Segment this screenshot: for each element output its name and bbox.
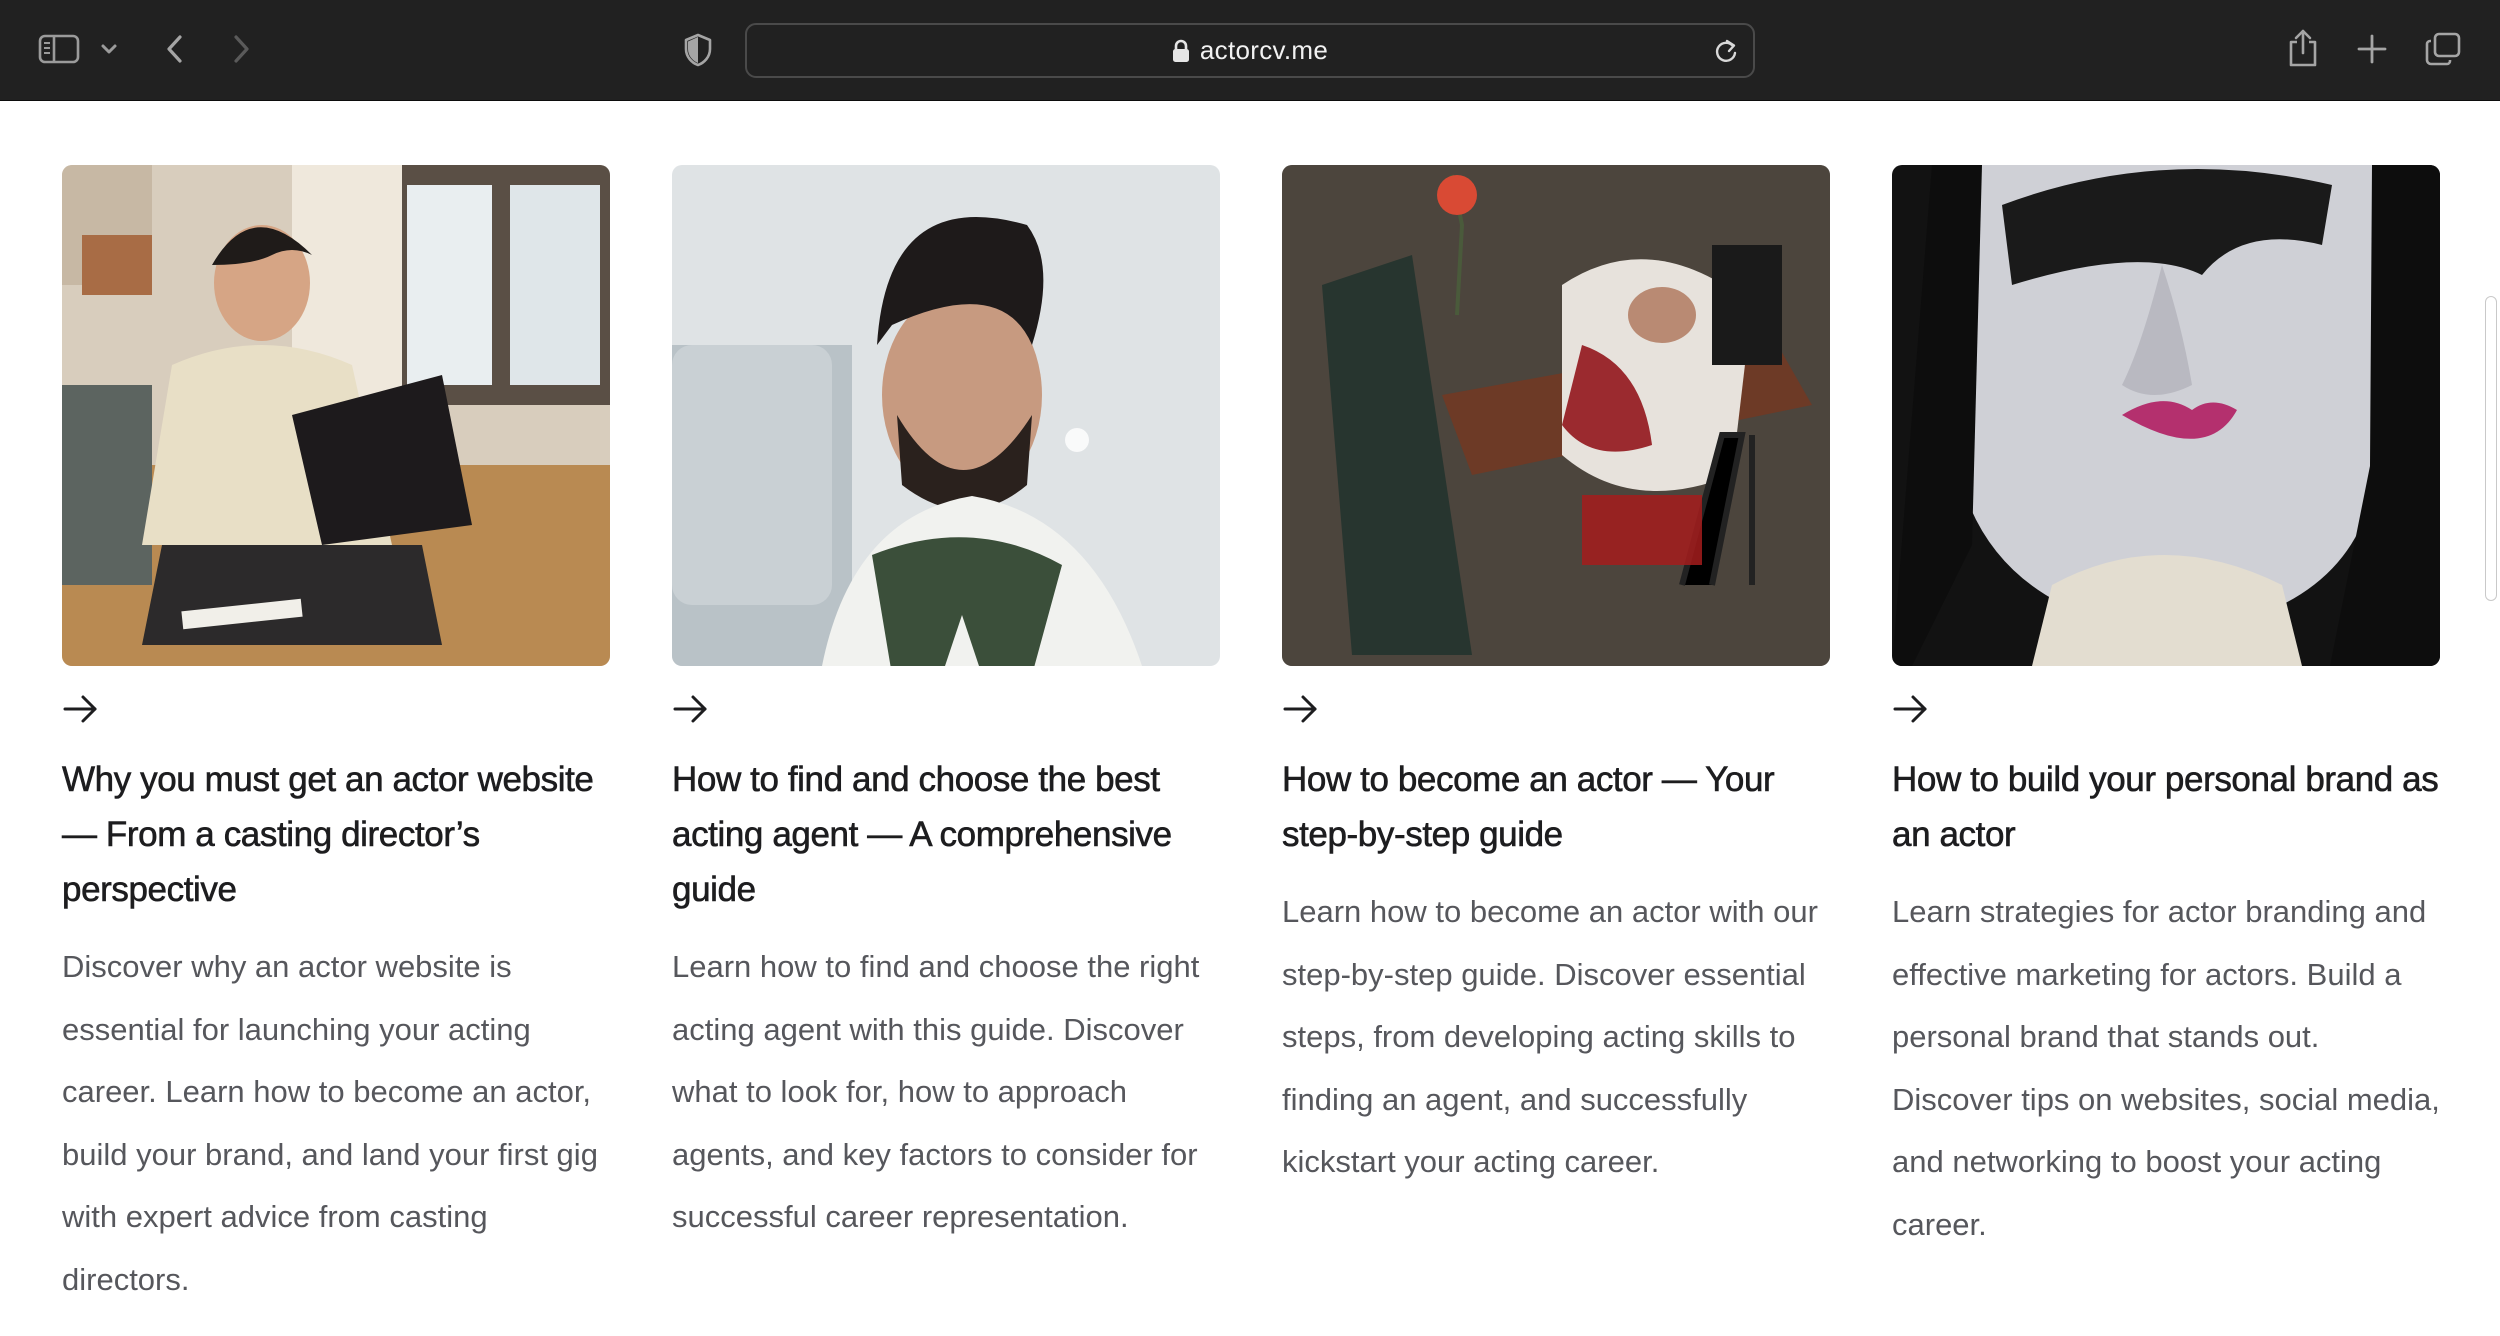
article-title[interactable]: How to find and choose the best acting a… <box>672 752 1220 917</box>
article-card[interactable]: How to build your personal brand as an a… <box>1892 165 2440 1311</box>
lock-icon <box>1172 39 1190 63</box>
chevron-left-icon[interactable] <box>162 32 188 66</box>
article-card[interactable]: How to become an actor — Your step-by-st… <box>1282 165 1830 1311</box>
chevron-down-icon[interactable] <box>98 40 120 58</box>
article-title[interactable]: How to become an actor — Your step-by-st… <box>1282 752 1830 862</box>
article-title[interactable]: Why you must get an actor website — From… <box>62 752 610 917</box>
share-icon[interactable] <box>2287 28 2319 68</box>
article-title[interactable]: How to build your personal brand as an a… <box>1892 752 2440 862</box>
arrow-right-icon <box>62 693 610 725</box>
scrollbar-thumb[interactable] <box>2485 296 2497 601</box>
article-description: Learn how to find and choose the right a… <box>672 949 1200 1234</box>
sidebar-icon[interactable] <box>38 33 80 65</box>
article-image-bearded-man[interactable] <box>672 165 1220 666</box>
url-text: actorcv.me <box>1199 35 1329 65</box>
article-card[interactable]: How to find and choose the best acting a… <box>672 165 1220 1311</box>
reload-icon[interactable] <box>1713 37 1739 65</box>
shield-icon[interactable] <box>683 33 713 67</box>
arrow-right-icon <box>1282 693 1830 725</box>
article-description: Learn strategies for actor branding and … <box>1892 894 2440 1242</box>
plus-icon[interactable] <box>2357 34 2387 64</box>
address-bar[interactable]: actorcv.me <box>745 23 1755 78</box>
article-image-masked-woman[interactable] <box>1892 165 2440 666</box>
arrow-right-icon <box>1892 693 2440 725</box>
article-description: Learn how to become an actor with our st… <box>1282 894 1818 1179</box>
article-image-film-set[interactable] <box>1282 165 1830 666</box>
address-content: actorcv.me <box>747 25 1753 76</box>
tab-overview-icon[interactable] <box>2425 32 2461 66</box>
scrollbar[interactable] <box>2478 101 2500 1336</box>
browser-toolbar: actorcv.me <box>0 0 2500 101</box>
arrow-right-icon <box>672 693 1220 725</box>
chevron-right-icon[interactable] <box>228 32 254 66</box>
article-image-man-with-laptop[interactable] <box>62 165 610 666</box>
article-description: Discover why an actor website is essenti… <box>62 949 598 1297</box>
article-grid: Why you must get an actor website — From… <box>62 165 2440 1311</box>
article-card[interactable]: Why you must get an actor website — From… <box>62 165 610 1311</box>
